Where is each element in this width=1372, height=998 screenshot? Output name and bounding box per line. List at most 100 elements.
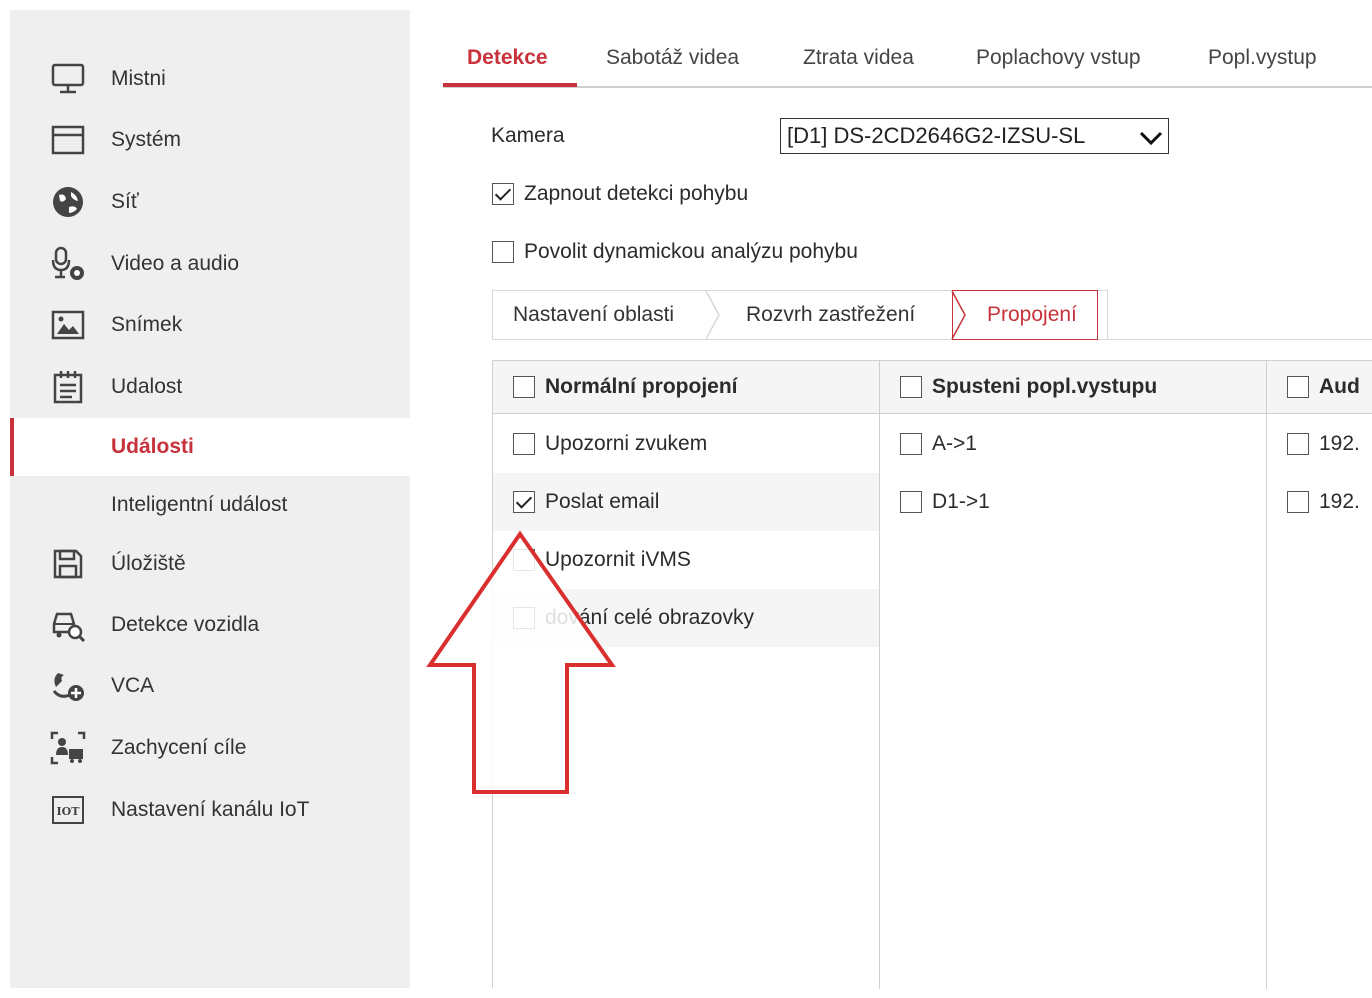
- sidebar-item-label: Inteligentní událost: [111, 493, 288, 516]
- list-item-label: dování celé obrazovky: [545, 606, 754, 629]
- full-screen-monitoring-checkbox[interactable]: [513, 607, 535, 629]
- camera-select-value: [D1] DS-2CD2646G2-IZSU-SL: [787, 123, 1086, 148]
- sidebar-item-storage[interactable]: Úložiště: [10, 535, 410, 593]
- sidebar-item-iot[interactable]: IOT Nastavení kanálu IoT: [10, 781, 410, 839]
- list-item-label: A->1: [932, 432, 977, 455]
- column-header: Aud: [1267, 361, 1372, 414]
- sidebar-item-intelligent-event[interactable]: Inteligentní událost: [10, 476, 410, 534]
- audio-device-2-checkbox[interactable]: [1287, 491, 1309, 513]
- select-all-alarm-output-checkbox[interactable]: [900, 376, 922, 398]
- globe-icon: [50, 184, 86, 220]
- list-item: Upozorni zvukem: [493, 415, 879, 473]
- select-all-audio-checkbox[interactable]: [1287, 376, 1309, 398]
- microphone-icon: [50, 246, 86, 282]
- tab-ztrata-videa[interactable]: Ztrata videa: [803, 36, 914, 86]
- event-type-tabs: Detekce Sabotáž videa Ztrata videa Popla…: [443, 36, 1372, 88]
- alarm-output-d1-checkbox[interactable]: [900, 491, 922, 513]
- list-item: dování celé obrazovky: [493, 589, 879, 647]
- list-item: D1->1: [880, 473, 1266, 531]
- sidebar-item-udalost[interactable]: Udalost: [10, 358, 410, 416]
- list-item: 192.: [1267, 473, 1372, 531]
- active-tab-indicator: [443, 83, 577, 87]
- notify-ivms-checkbox[interactable]: [513, 549, 535, 571]
- sidebar-item-target-capture[interactable]: Zachycení cíle: [10, 719, 410, 777]
- linkage-column-audio: Aud 192. 192.: [1267, 361, 1372, 989]
- column-header-label: Normální propojení: [545, 375, 738, 398]
- tab-poplachovy-vstup[interactable]: Poplachovy vstup: [976, 36, 1141, 86]
- sidebar-item-label: Nastavení kanálu IoT: [111, 798, 310, 821]
- column-header-label: Aud: [1319, 375, 1360, 398]
- tab-sabotaz-videa[interactable]: Sabotáž videa: [606, 36, 739, 86]
- list-item-label: D1->1: [932, 490, 990, 513]
- enable-motion-detection-label: Zapnout detekci pohybu: [524, 182, 749, 205]
- list-item-label: Upozornit iVMS: [545, 548, 691, 571]
- subtab-nastaveni-oblasti[interactable]: Nastavení oblasti: [513, 291, 674, 339]
- target-capture-icon: [50, 730, 86, 766]
- sidebar-item-label: Snímek: [111, 313, 183, 336]
- subtab-propojeni[interactable]: Propojení: [952, 290, 1098, 340]
- sidebar-item-label: Události: [111, 435, 194, 458]
- svg-text:IOT: IOT: [57, 805, 81, 818]
- list-item: 192.: [1267, 415, 1372, 473]
- column-header: Spusteni popl.vystupu: [880, 361, 1266, 414]
- alarm-output-a1-checkbox[interactable]: [900, 433, 922, 455]
- select-all-normal-checkbox[interactable]: [513, 376, 535, 398]
- monitor-icon: [50, 61, 86, 97]
- column-header-label: Spusteni popl.vystupu: [932, 375, 1158, 398]
- sidebar-item-label: Detekce vozidla: [111, 613, 260, 636]
- calendar-icon: [50, 369, 86, 405]
- list-item-label: Poslat email: [545, 490, 660, 513]
- camera-label: Kamera: [491, 124, 565, 147]
- list-item-label: Upozorni zvukem: [545, 432, 708, 455]
- list-item-label: 192.: [1319, 432, 1360, 455]
- dynamic-analysis-label: Povolit dynamickou analýzu pohybu: [524, 240, 858, 263]
- settings-subtabs: Nastavení oblasti Rozvrh zastřežení Prop…: [492, 290, 1372, 340]
- subtab-separator: [705, 291, 720, 339]
- send-email-checkbox[interactable]: [513, 491, 535, 513]
- sidebar-item-label: VCA: [111, 674, 155, 697]
- sidebar-item-snimek[interactable]: Snímek: [10, 296, 410, 354]
- linkage-column-alarm-output: Spusteni popl.vystupu A->1 D1->1: [880, 361, 1267, 989]
- sidebar-item-vca[interactable]: VCA: [10, 657, 410, 715]
- tab-popl-vystup[interactable]: Popl.vystup: [1208, 36, 1317, 86]
- sidebar-item-network[interactable]: Síť: [10, 173, 410, 231]
- subtab-separator: [951, 291, 966, 339]
- chevron-down-icon: [1138, 125, 1164, 147]
- subtab-strip: Nastavení oblasti Rozvrh zastřežení Prop…: [492, 290, 1108, 340]
- tab-detekce[interactable]: Detekce: [467, 36, 548, 86]
- linkage-column-normal: Normální propojení Upozorni zvukem Posla…: [493, 361, 880, 989]
- vca-icon: [50, 668, 86, 704]
- list-item: Poslat email: [493, 473, 879, 531]
- floppy-disk-icon: [50, 546, 86, 582]
- linkage-table: Normální propojení Upozorni zvukem Posla…: [492, 360, 1372, 989]
- sidebar-item-label: Zachycení cíle: [111, 736, 247, 759]
- sidebar-item-label: Video a audio: [111, 252, 240, 275]
- sidebar-item-label: Systém: [111, 128, 182, 151]
- sidebar-item-video-audio[interactable]: Video a audio: [10, 235, 410, 293]
- audio-device-1-checkbox[interactable]: [1287, 433, 1309, 455]
- sidebar-item-label: Mistni: [111, 67, 166, 90]
- system-window-icon: [50, 122, 86, 158]
- sidebar-item-vehicle-detection[interactable]: Detekce vozidla: [10, 596, 410, 654]
- enable-motion-detection-checkbox[interactable]: [492, 183, 514, 205]
- list-item: A->1: [880, 415, 1266, 473]
- sidebar-item-label: Síť: [111, 190, 139, 213]
- sidebar-item-label: Úložiště: [111, 552, 186, 575]
- subtab-rozvrh-zastrezeni[interactable]: Rozvrh zastřežení: [746, 291, 915, 339]
- iot-icon: IOT: [50, 792, 86, 828]
- car-search-icon: [50, 607, 86, 643]
- sidebar-item-system[interactable]: Systém: [10, 111, 410, 169]
- list-item: Upozornit iVMS: [493, 531, 879, 589]
- audible-warning-checkbox[interactable]: [513, 433, 535, 455]
- sidebar-item-udalosti[interactable]: Události: [10, 418, 410, 476]
- enable-motion-detection-row: Zapnout detekci pohybu: [492, 182, 748, 206]
- list-item-label: 192.: [1319, 490, 1360, 513]
- camera-select[interactable]: [D1] DS-2CD2646G2-IZSU-SL: [780, 118, 1169, 154]
- column-header: Normální propojení: [493, 361, 879, 414]
- dynamic-analysis-row: Povolit dynamickou analýzu pohybu: [492, 240, 858, 264]
- sidebar-item-mistni[interactable]: Mistni: [10, 50, 410, 108]
- sidebar: Mistni Systém Síť Video a audio Snímek U…: [10, 10, 410, 988]
- sidebar-item-label: Udalost: [111, 375, 183, 398]
- dynamic-analysis-checkbox[interactable]: [492, 241, 514, 263]
- picture-icon: [50, 307, 86, 343]
